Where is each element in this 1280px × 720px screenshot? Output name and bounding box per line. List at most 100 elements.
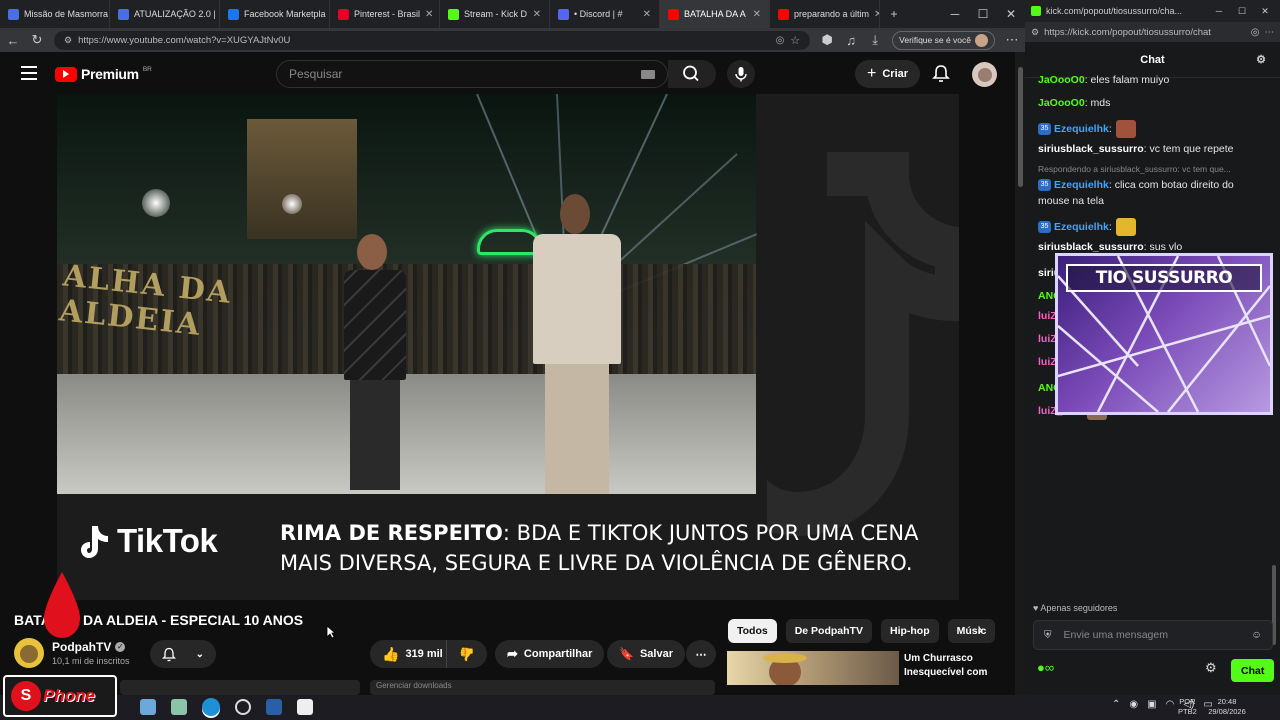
taskbar-app-icon[interactable] [171, 699, 187, 715]
chat-text: : eles falam muiyo [1084, 74, 1170, 86]
browser-tab[interactable]: ATUALIZAÇÃO 2.0 |✕ [110, 0, 220, 28]
browser-tab[interactable]: Missão de Masmorra✕ [0, 0, 110, 28]
tab-close-icon[interactable]: ✕ [753, 9, 761, 20]
browser-tab[interactable]: • Discord | # ✕ [550, 0, 660, 28]
kick-menu-icon[interactable]: ⋯ [1265, 27, 1275, 38]
chat-username[interactable]: siriusblack_sussurro [1038, 143, 1144, 155]
chat-username[interactable]: siriusblack_sussurro [1038, 241, 1144, 253]
tab-favicon-icon [558, 8, 569, 20]
chat-username[interactable]: Ezequielhk [1054, 123, 1109, 135]
heart-icon: ♥ [1033, 603, 1039, 613]
chat-username[interactable]: Ezequielhk [1054, 221, 1109, 233]
channel-avatar[interactable] [14, 638, 44, 668]
emoji-icon[interactable]: ☺ [1251, 629, 1262, 641]
emote-icon [1115, 218, 1136, 236]
search-button[interactable] [668, 60, 716, 88]
new-tab-button[interactable]: + [880, 7, 908, 21]
search-input[interactable]: Pesquisar [276, 60, 668, 88]
eye-off-icon[interactable]: ◎ [1251, 27, 1260, 38]
like-button[interactable]: 👍 319 mil [370, 640, 453, 668]
reload-icon[interactable]: ↻ [30, 32, 44, 48]
back-icon[interactable]: ← [6, 33, 20, 48]
close-window-icon[interactable]: ✕ [997, 7, 1025, 21]
spotlight [142, 189, 170, 217]
chat-username[interactable]: JaOooO0 [1038, 74, 1085, 86]
bookmark-star-icon[interactable]: ☆ [790, 34, 800, 47]
tray-app-icon[interactable]: ▣ [1147, 699, 1156, 710]
browser-tab[interactable]: Stream - Kick D ✕ [440, 0, 550, 28]
chevron-down-icon: ⌄ [195, 648, 204, 660]
tray-chevron-up-icon[interactable]: ⌃ [1112, 699, 1120, 710]
browser-tab[interactable]: BATALHA DA A ✕ [660, 0, 770, 28]
chevron-right-icon[interactable]: › [978, 621, 983, 637]
points-icon[interactable]: ●∞ [1037, 660, 1054, 675]
more-actions-button[interactable]: ⋯ [686, 640, 716, 668]
youtube-logo[interactable]: Premium BR [55, 66, 152, 82]
chat-input[interactable]: ⛨ Envie uma mensagem ☺ [1033, 620, 1273, 650]
taskbar-app-icon[interactable] [140, 699, 156, 715]
chat-settings-icon[interactable]: ⚙ [1256, 53, 1266, 66]
kick-maximize-icon[interactable]: ☐ [1233, 6, 1251, 17]
media-icon[interactable]: ♫ [844, 33, 858, 48]
save-button[interactable]: 🔖 Salvar [607, 640, 685, 668]
keyboard-icon[interactable] [641, 69, 655, 79]
thumbs-down-icon: 👍 [459, 647, 476, 662]
tab-close-icon[interactable]: ✕ [643, 9, 651, 20]
kick-address-bar[interactable]: ⚙ https://kick.com/popout/tiosussurro/ch… [1025, 22, 1280, 42]
menu-icon[interactable] [21, 66, 37, 80]
phone-logo-icon: S [11, 681, 41, 711]
filter-chip[interactable]: De PodpahTV [785, 619, 872, 643]
steam-icon[interactable] [266, 699, 282, 715]
dislike-button[interactable]: 👍 [446, 640, 488, 668]
share-button[interactable]: ➦ Compartilhar [495, 640, 605, 668]
filter-chip[interactable]: Músic [947, 619, 996, 643]
chat-username[interactable]: JaOooO0 [1038, 97, 1085, 109]
taskbar-app-icon[interactable] [235, 699, 251, 715]
save-label: Salvar [639, 648, 673, 660]
maximize-icon[interactable]: ☐ [969, 7, 997, 21]
page-scrollbar[interactable] [1015, 52, 1025, 700]
kick-close-icon[interactable]: ✕ [1256, 6, 1274, 17]
browser-menu-icon[interactable]: ⋯ [1005, 32, 1019, 48]
chat-scrollbar[interactable] [1270, 70, 1278, 645]
user-avatar[interactable] [972, 62, 997, 87]
create-button[interactable]: + Criar [855, 60, 921, 88]
more-dots-icon: ⋯ [695, 648, 707, 661]
kick-minimize-icon[interactable]: ─ [1210, 6, 1228, 16]
filter-chip[interactable]: Hip-hop [880, 619, 939, 643]
language-indicator[interactable]: POR PTB2 [1178, 697, 1197, 717]
wifi-icon[interactable]: ◠ [1166, 699, 1175, 710]
tab-close-icon[interactable]: ✕ [425, 9, 433, 20]
browser-tab[interactable]: preparando a últim✕ [770, 0, 880, 28]
filter-chip[interactable]: Todos [728, 619, 777, 643]
download-icon[interactable]: ⤓ [868, 32, 882, 48]
tab-close-icon[interactable]: ✕ [533, 9, 541, 20]
chat-settings-gear-icon[interactable]: ⚙ [1205, 660, 1217, 676]
send-chat-label: Chat [1241, 664, 1265, 677]
site-info-icon[interactable]: ⚙ [64, 35, 72, 46]
caption-rest: : BDA E TIKTOK JUNTOS POR UMA CENA [502, 521, 919, 545]
notifications-bell-icon[interactable] [932, 64, 950, 88]
browser-tab[interactable]: Facebook Marketpla✕ [220, 0, 330, 28]
tray-app-icon[interactable]: ◉ [1129, 699, 1138, 710]
recommended-thumbnail[interactable] [727, 651, 899, 685]
minimize-icon[interactable]: ─ [941, 7, 969, 21]
tab-favicon-icon [448, 8, 459, 20]
channel-name-row[interactable]: PodpahTV ✓ [52, 640, 126, 654]
url-input[interactable]: ⚙ https://www.youtube.com/watch?v=XUGYAJ… [54, 30, 811, 50]
edge-browser-icon[interactable] [202, 698, 220, 716]
extensions-icon[interactable]: ⬢ [820, 32, 834, 48]
clock[interactable]: 20:48 29/08/2026 [1202, 697, 1252, 717]
send-chat-button[interactable]: Chat [1231, 659, 1275, 682]
subscription-button[interactable]: ⌄ [150, 640, 216, 668]
voice-search-button[interactable] [727, 60, 755, 88]
tab-strip: Missão de Masmorra✕ATUALIZAÇÃO 2.0 |✕Fac… [0, 0, 880, 28]
chat-username[interactable]: Ezequielhk [1054, 179, 1109, 191]
verify-button[interactable]: Verifique se é você [892, 30, 995, 50]
browser-tab[interactable]: Pinterest - Brasil ✕ [330, 0, 440, 28]
video-player[interactable]: ALHA DA ALDEIA TikTok RIMA DE RESPEITO: … [57, 94, 959, 600]
eye-off-icon[interactable]: ◎ [776, 35, 785, 46]
recommended-title[interactable]: Um Churrasco Inesquecível com [904, 652, 987, 680]
downloads-overlay[interactable]: Gerenciar downloads [370, 680, 715, 695]
taskbar-app-icon[interactable] [297, 699, 313, 715]
